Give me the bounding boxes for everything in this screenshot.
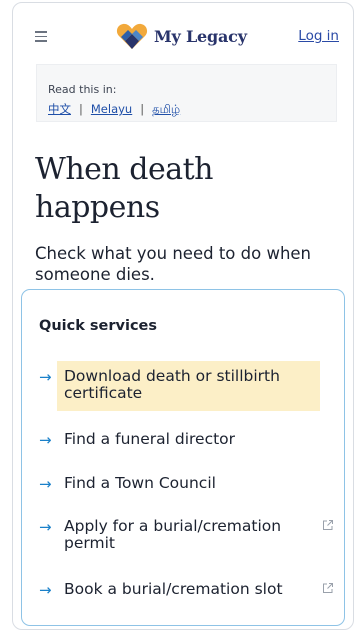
separator: | bbox=[79, 102, 83, 116]
language-label: Read this in: bbox=[48, 83, 117, 96]
mobile-page: My Legacy Log in Read this in: 中文 | Melayu… bbox=[12, 2, 354, 630]
external-link-icon bbox=[323, 520, 333, 530]
page-subtitle: Check what you need to do when someone d… bbox=[35, 244, 312, 284]
language-link-chinese[interactable]: 中文 bbox=[48, 102, 71, 116]
language-links: 中文 | Melayu | தமிழ் bbox=[48, 101, 180, 118]
separator: | bbox=[140, 102, 145, 116]
quick-services-card: Quick services → Download death or still… bbox=[21, 289, 345, 626]
quick-service-label: Find a funeral director bbox=[64, 430, 236, 448]
login-link[interactable]: Log in bbox=[298, 28, 339, 44]
arrow-right-icon: → bbox=[39, 518, 52, 536]
arrow-right-icon: → bbox=[39, 581, 52, 599]
page-title: When death happens bbox=[35, 152, 214, 225]
quick-service-label: Book a burial/cremation slot bbox=[64, 580, 283, 598]
quick-service-label: Download death or stillbirth certificate bbox=[64, 367, 280, 402]
arrow-right-icon: → bbox=[39, 431, 52, 449]
heart-logo-icon bbox=[116, 23, 148, 49]
logo-text: My Legacy bbox=[154, 26, 247, 46]
site-header: My Legacy Log in bbox=[13, 3, 353, 65]
quick-service-label: Find a Town Council bbox=[64, 474, 216, 492]
arrow-right-icon: → bbox=[39, 475, 52, 493]
menu-icon[interactable] bbox=[35, 31, 47, 45]
language-selector: Read this in: 中文 | Melayu | தமிழ் bbox=[36, 64, 337, 122]
language-link-malay[interactable]: Melayu bbox=[91, 102, 132, 116]
language-link-tamil[interactable]: தமிழ் bbox=[152, 102, 180, 116]
external-link-icon bbox=[323, 583, 333, 593]
quick-services-title: Quick services bbox=[39, 318, 158, 334]
site-logo[interactable]: My Legacy bbox=[116, 22, 247, 50]
quick-service-label: Apply for a burial/cremation permit bbox=[64, 517, 282, 552]
arrow-right-icon: → bbox=[39, 368, 52, 386]
